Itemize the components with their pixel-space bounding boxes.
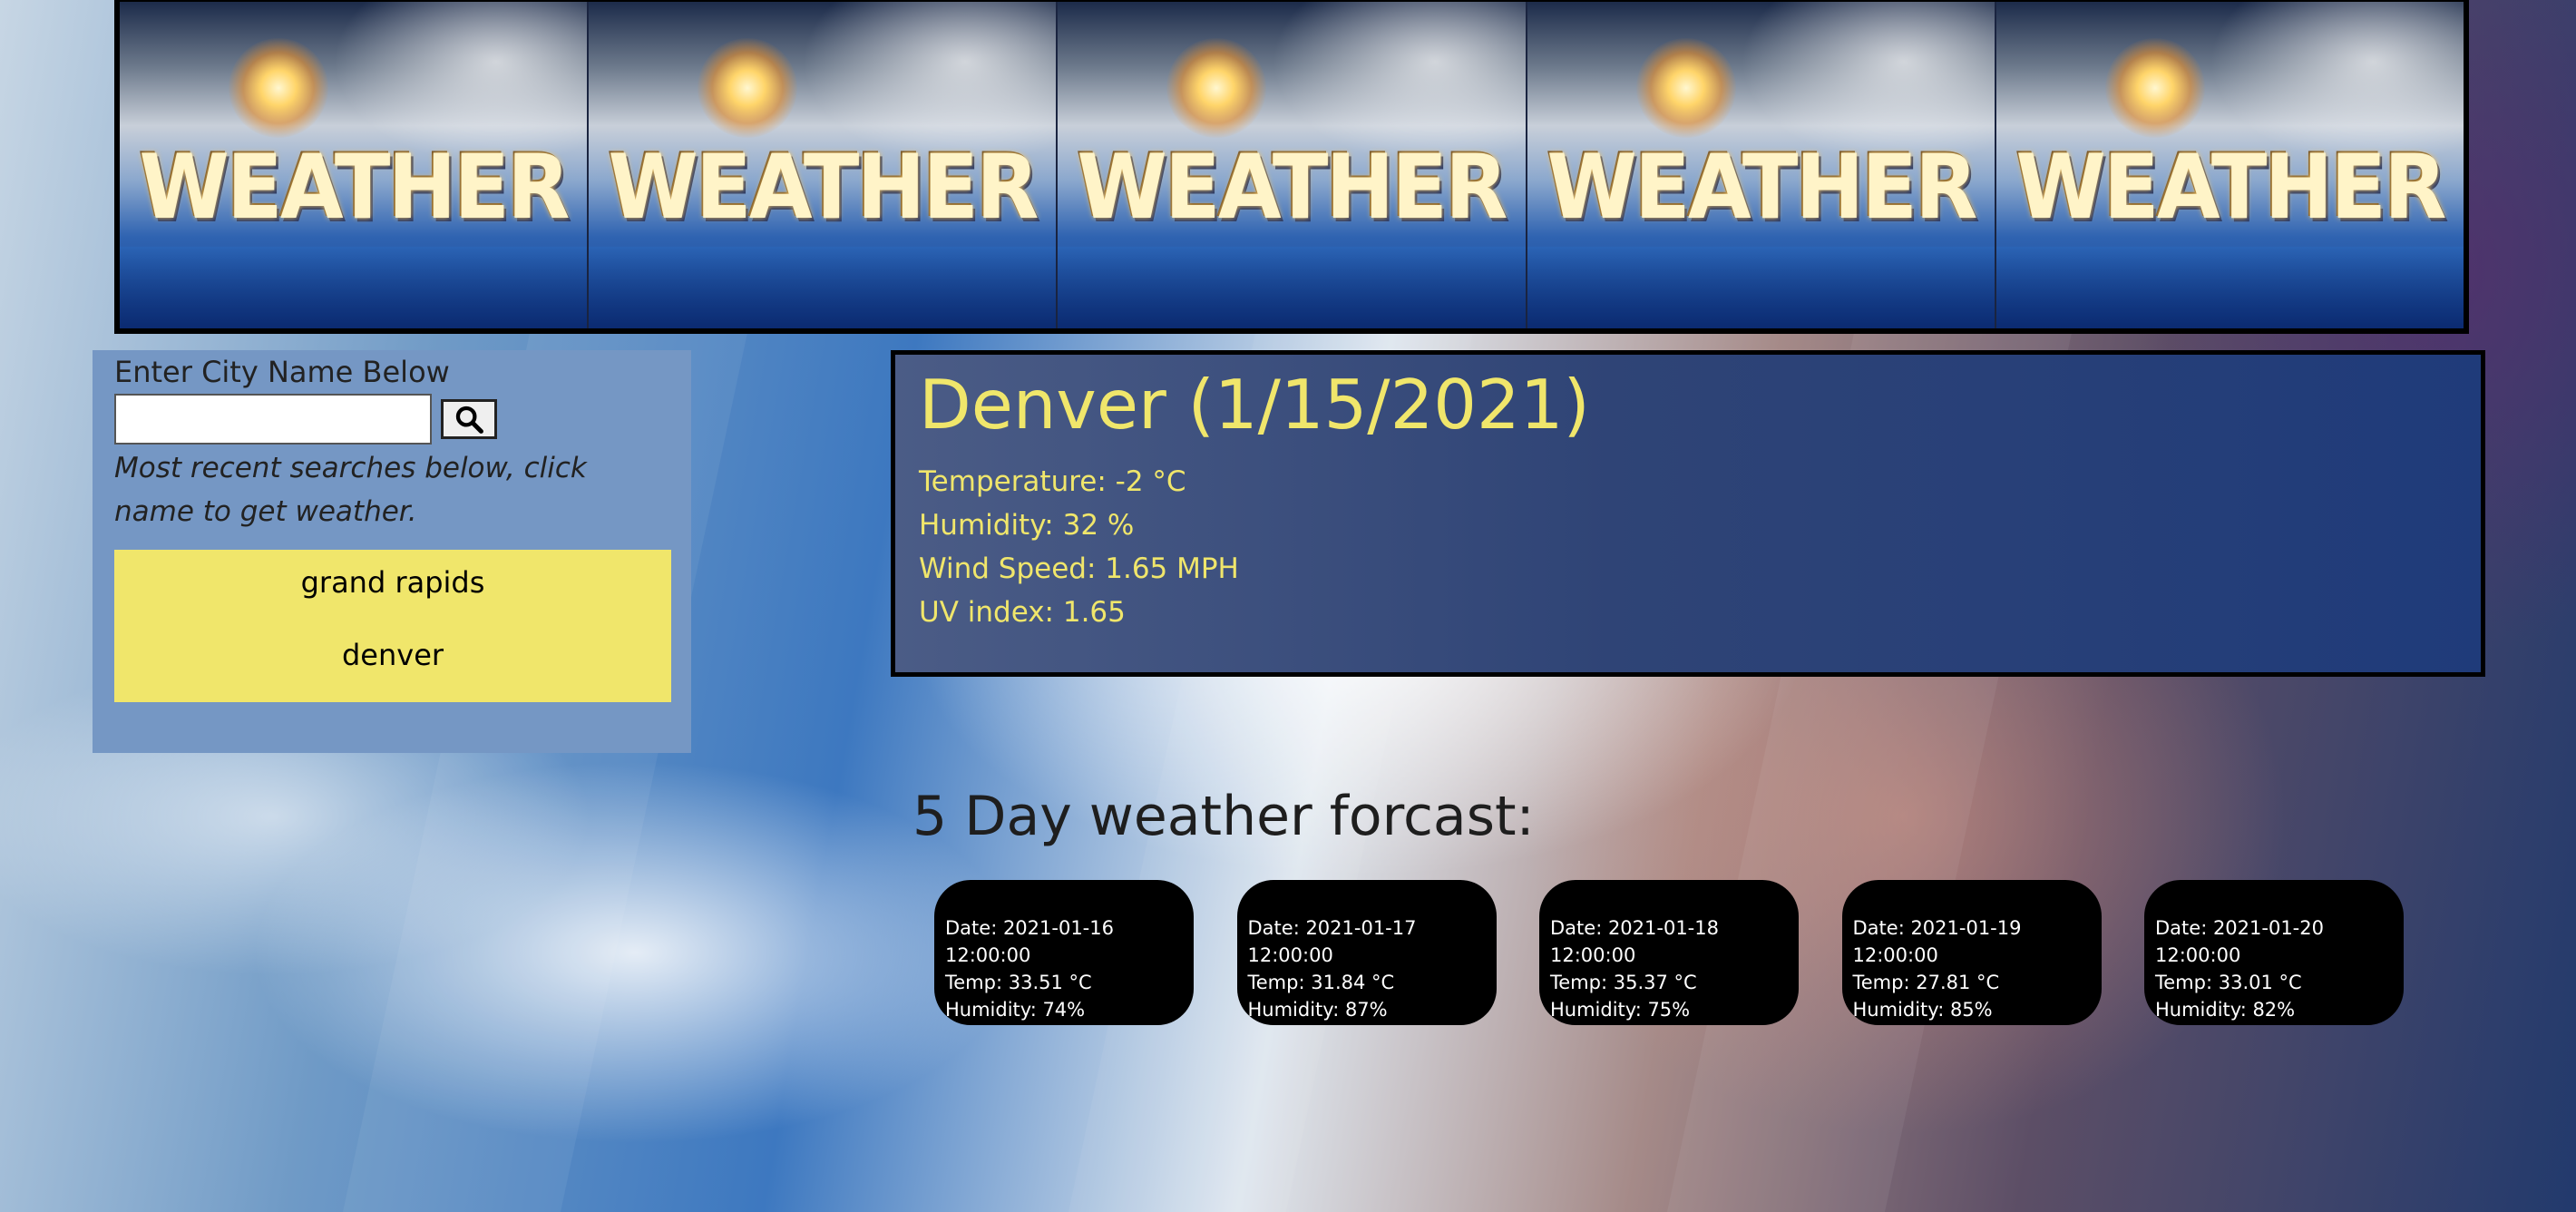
forecast-date: Date: 2021-01-16 12:00:00 [945,917,1114,966]
sun-image [229,38,328,138]
forecast-date: Date: 2021-01-17 12:00:00 [1247,917,1417,966]
banner-tile: WEATHER [1527,2,1996,328]
search-label: Enter City Name Below [114,355,450,389]
forecast-humidity: Humidity: 87% [1247,999,1388,1021]
current-city-title: Denver (1/15/2021) [919,365,1590,445]
banner-logo-text: WEATHER [1077,136,1508,239]
sun-image [1635,38,1736,138]
forecast-card: Date: 2021-01-17 12:00:00 Temp: 31.84 °C… [1236,880,1497,1025]
forecast-heading: 5 Day weather forcast: [912,785,1535,848]
forecast-humidity: Humidity: 82% [2155,999,2296,1021]
forecast-humidity: Humidity: 85% [1852,999,1993,1021]
forecast-date: Date: 2021-01-20 12:00:00 [2155,917,2324,966]
sun-image [1166,38,1267,138]
current-temperature: Temperature: -2 °C [919,465,1186,498]
banner-logo-text: WEATHER [1546,136,1977,239]
banner-tile: WEATHER [1058,2,1527,328]
search-history-list: grand rapids denver [114,550,671,702]
current-wind-speed: Wind Speed: 1.65 MPH [919,552,1239,585]
forecast-humidity: Humidity: 75% [1550,999,1691,1021]
banner-tile: WEATHER [1995,2,2464,328]
forecast-date: Date: 2021-01-18 12:00:00 [1550,917,1719,966]
current-humidity: Humidity: 32 % [919,509,1135,542]
forecast-date: Date: 2021-01-19 12:00:00 [1852,917,2022,966]
history-item-denver[interactable]: denver [114,637,671,702]
water-image [1527,247,1995,328]
search-hint: Most recent searches below, click name t… [114,452,587,528]
weather-banner: WEATHER WEATHER WEATHER WEATHER WEATHER [114,0,2469,334]
current-weather-card: Denver (1/15/2021) Temperature: -2 °C Hu… [891,350,2485,677]
search-button[interactable] [441,399,497,439]
search-panel: Enter City Name Below Most recent search… [93,350,691,753]
sun-image [698,38,798,138]
forecast-temp: Temp: 27.81 °C [1852,972,2000,993]
forecast-temp: Temp: 33.01 °C [2155,972,2302,993]
forecast-list: Date: 2021-01-16 12:00:00 Temp: 33.51 °C… [934,880,2404,1025]
banner-logo-text: WEATHER [2015,136,2446,239]
water-image [1995,247,2464,328]
search-row [114,394,669,445]
forecast-card: Date: 2021-01-19 12:00:00 Temp: 27.81 °C… [1841,880,2102,1025]
forecast-card: Date: 2021-01-16 12:00:00 Temp: 33.51 °C… [934,880,1194,1025]
water-image [589,247,1057,328]
search-icon [455,406,483,434]
sun-image [2104,38,2205,138]
water-image [120,247,588,328]
forecast-temp: Temp: 31.84 °C [1247,972,1395,993]
banner-tile: WEATHER [589,2,1059,328]
banner-tile: WEATHER [120,2,590,328]
water-image [1058,247,1526,328]
forecast-temp: Temp: 35.37 °C [1550,972,1697,993]
forecast-temp: Temp: 33.51 °C [945,972,1092,993]
history-item-grand-rapids[interactable]: grand rapids [114,564,671,637]
forecast-card: Date: 2021-01-18 12:00:00 Temp: 35.37 °C… [1539,880,1799,1025]
banner-logo-text: WEATHER [139,136,570,239]
forecast-card: Date: 2021-01-20 12:00:00 Temp: 33.01 °C… [2144,880,2404,1025]
forecast-humidity: Humidity: 74% [945,999,1086,1021]
banner-logo-text: WEATHER [608,136,1039,239]
city-search-input[interactable] [114,394,432,445]
current-uv-index: UV index: 1.65 [919,596,1126,629]
